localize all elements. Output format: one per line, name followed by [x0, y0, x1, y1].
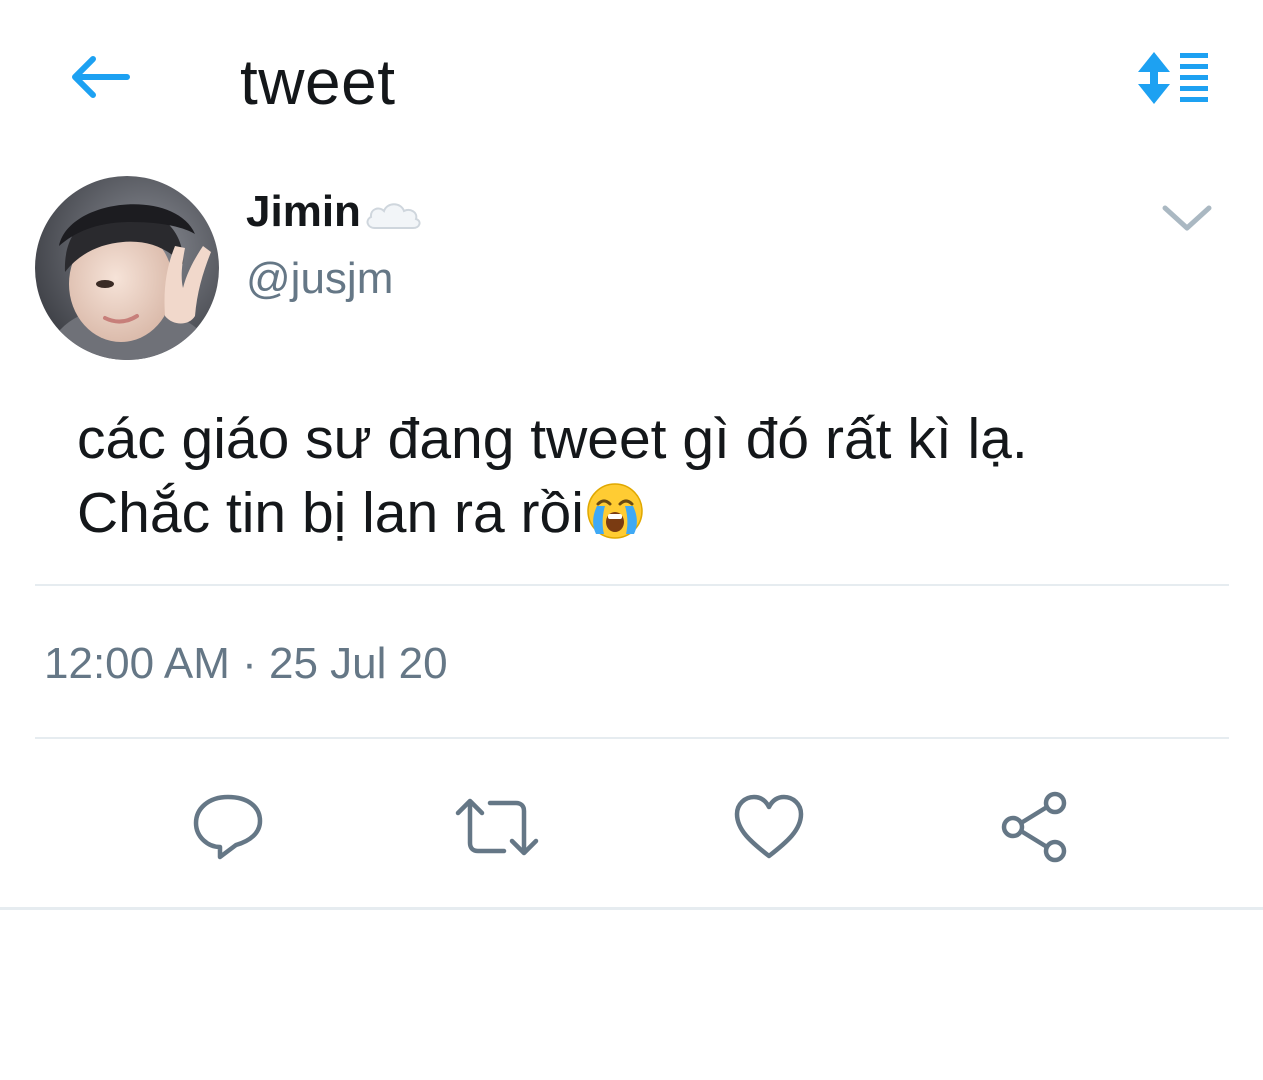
section-divider: [0, 907, 1263, 910]
tweet-menu-button[interactable]: [1158, 196, 1216, 240]
divider: [35, 584, 1229, 586]
tweet-text: các giáo sư đang tweet gì đó rất kì lạ. …: [77, 402, 1227, 550]
reply-icon: [193, 794, 263, 860]
tweet-detail-screen: tweet Jimin @jusjm các giáo sư đang twee…: [0, 0, 1263, 1080]
tweet-text-line: các giáo sư đang tweet gì đó rất kì lạ.: [77, 407, 1028, 471]
tweet-text-line-2: Chắc tin bị lan ra rồi: [77, 476, 1227, 550]
loudly-crying-face-emoji-icon: [587, 483, 643, 539]
share-button[interactable]: [994, 784, 1080, 870]
like-button[interactable]: [726, 784, 812, 870]
divider: [35, 737, 1229, 739]
share-icon: [1001, 791, 1067, 863]
chevron-down-icon: [1162, 205, 1212, 231]
user-handle[interactable]: @jusjm: [246, 252, 393, 306]
display-name-row[interactable]: Jimin: [246, 186, 423, 238]
display-name: Jimin: [246, 187, 361, 236]
tweet-text-line: Chắc tin bị lan ra rồi: [77, 481, 584, 545]
retweet-button[interactable]: [454, 784, 540, 870]
sort-button[interactable]: [1134, 46, 1214, 110]
tweet-timestamp[interactable]: 12:00 AM · 25 Jul 20: [44, 636, 448, 692]
like-heart-icon: [734, 794, 804, 859]
reply-button[interactable]: [185, 784, 271, 870]
retweet-icon: [455, 798, 539, 856]
profile-photo: [35, 176, 219, 360]
page-title: tweet: [240, 46, 396, 118]
cloud-icon: [366, 203, 421, 229]
arrow-left-icon: [72, 56, 130, 98]
back-button[interactable]: [62, 46, 136, 108]
avatar[interactable]: [35, 176, 219, 360]
sort-list-icon: [1138, 52, 1208, 104]
